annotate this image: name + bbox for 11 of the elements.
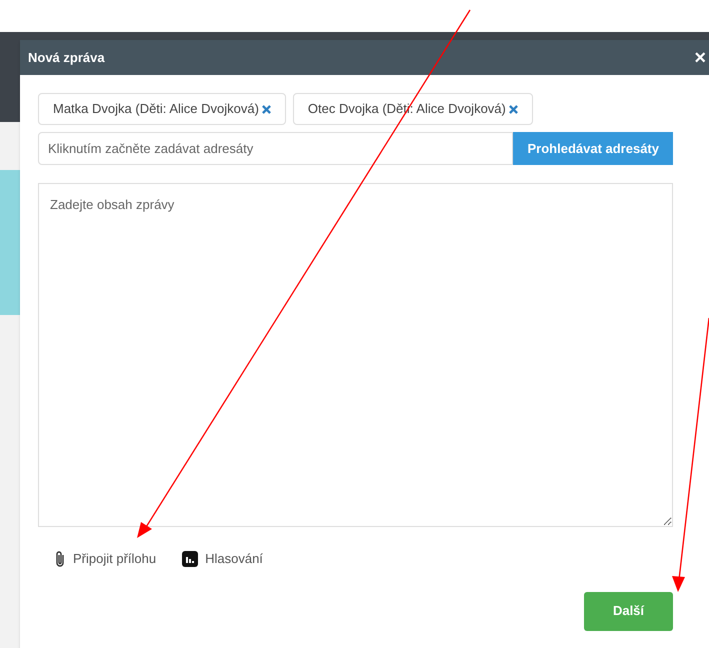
remove-icon[interactable] xyxy=(262,104,271,114)
poll-button[interactable]: Hlasování xyxy=(182,549,263,568)
remove-icon[interactable] xyxy=(508,104,518,114)
close-button[interactable]: × xyxy=(694,48,706,68)
recipient-input[interactable]: Kliknutím začněte zadávat adresáty xyxy=(38,132,514,165)
paperclip-icon xyxy=(54,550,66,568)
bar-chart-icon xyxy=(182,550,198,567)
attach-button[interactable]: Připojit přílohu xyxy=(54,549,156,568)
recipient-name: Matka Dvojka (Děti: Alice Dvojková) xyxy=(53,100,259,118)
dialog-title: Nová zpráva xyxy=(28,48,105,67)
message-field[interactable]: Zadejte obsah zprávy xyxy=(38,183,673,527)
